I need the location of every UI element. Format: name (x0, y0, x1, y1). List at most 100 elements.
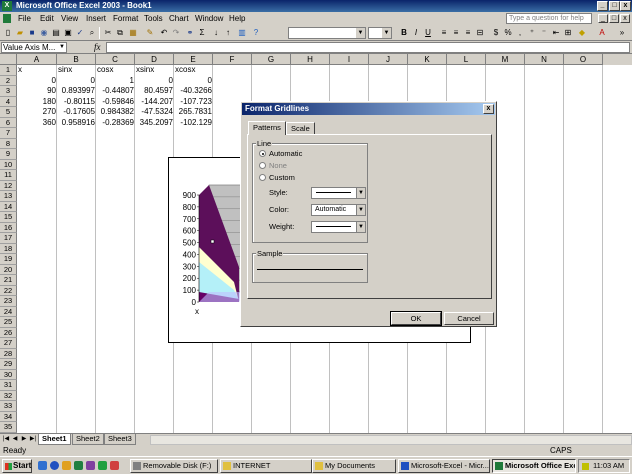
chevron-down-icon[interactable]: ▼ (356, 222, 365, 232)
cell-b6[interactable]: 0.958916 (57, 118, 96, 129)
column-header-f[interactable]: F (213, 54, 252, 65)
tab-patterns[interactable]: Patterns (248, 121, 286, 135)
redo-icon[interactable]: ↷ (170, 27, 182, 39)
permission-icon[interactable]: ◉ (38, 27, 50, 39)
taskbar-my-documents[interactable]: My Documents (312, 459, 396, 473)
style-select[interactable]: ▼ (311, 187, 366, 199)
menu-file[interactable]: File (16, 13, 33, 24)
italic-icon[interactable]: I (410, 27, 422, 39)
merge-center-icon[interactable]: ⊟ (474, 27, 486, 39)
prev-sheet-icon[interactable]: ◀ (11, 435, 19, 444)
currency-icon[interactable]: $ (490, 27, 502, 39)
row-header-28[interactable]: 28 (0, 348, 17, 359)
cell-c5[interactable]: 0.984382 (96, 107, 135, 118)
toolbar-options-icon[interactable]: » (616, 27, 628, 39)
cancel-button[interactable]: Cancel (444, 312, 494, 325)
column-header-l[interactable]: L (447, 54, 486, 65)
row-header-9[interactable]: 9 (0, 149, 17, 160)
row-header-14[interactable]: 14 (0, 201, 17, 212)
cell-e1[interactable]: xcosx (174, 65, 213, 76)
select-all-button[interactable] (0, 54, 17, 65)
row-header-33[interactable]: 33 (0, 401, 17, 412)
row-header-26[interactable]: 26 (0, 327, 17, 338)
maximize-button[interactable]: □ (609, 1, 620, 11)
chevron-down-icon[interactable]: ▼ (356, 188, 365, 198)
menu-window[interactable]: Window (193, 13, 225, 24)
undo-icon[interactable]: ↶ (158, 27, 170, 39)
column-header-d[interactable]: D (135, 54, 174, 65)
column-header-g[interactable]: G (252, 54, 291, 65)
quicklaunch-desktop-icon[interactable] (38, 461, 47, 470)
paste-icon[interactable]: ▦ (127, 27, 139, 39)
tab-scale[interactable]: Scale (286, 122, 315, 134)
help-icon[interactable]: ? (250, 27, 262, 39)
cell-a5[interactable]: 270 (17, 107, 57, 118)
insert-function-icon[interactable]: fx (94, 42, 101, 52)
font-name-combo[interactable]: ▼ (288, 27, 366, 39)
doc-restore-button[interactable]: □ (609, 14, 619, 23)
row-header-10[interactable]: 10 (0, 159, 17, 170)
fill-color-icon[interactable]: ◆ (576, 27, 588, 39)
row-header-1[interactable]: 1 (0, 65, 17, 76)
row-header-25[interactable]: 25 (0, 317, 17, 328)
row-header-20[interactable]: 20 (0, 264, 17, 275)
column-header-j[interactable]: J (369, 54, 408, 65)
borders-icon[interactable]: ⊞ (562, 27, 574, 39)
last-sheet-icon[interactable]: ▶| (29, 435, 37, 444)
row-header-17[interactable]: 17 (0, 233, 17, 244)
tray-volume-icon[interactable] (582, 463, 589, 470)
horizontal-scrollbar[interactable] (150, 435, 632, 445)
cell-c6[interactable]: -0.28369 (96, 118, 135, 129)
autosum-icon[interactable]: Σ (196, 27, 208, 39)
sort-descending-icon[interactable]: ↑ (222, 27, 234, 39)
cell-b1[interactable]: sinx (57, 65, 96, 76)
save-icon[interactable]: ■ (26, 27, 38, 39)
menu-view[interactable]: View (59, 13, 80, 24)
ok-button[interactable]: OK (390, 311, 442, 326)
excel-app-icon[interactable]: X (2, 1, 12, 11)
quicklaunch-outlook-icon[interactable] (62, 461, 71, 470)
font-color-icon[interactable]: A (596, 27, 608, 39)
menu-help[interactable]: Help (227, 13, 247, 24)
cell-d2[interactable]: 0 (135, 76, 174, 87)
cell-e2[interactable]: 0 (174, 76, 213, 87)
cell-b4[interactable]: -0.80115 (57, 97, 96, 108)
close-button[interactable]: x (620, 1, 631, 11)
comma-icon[interactable]: , (514, 27, 526, 39)
row-header-29[interactable]: 29 (0, 359, 17, 370)
row-header-6[interactable]: 6 (0, 117, 17, 128)
chevron-down-icon[interactable]: ▼ (382, 28, 391, 38)
cell-b5[interactable]: -0.17605 (57, 107, 96, 118)
row-header-12[interactable]: 12 (0, 180, 17, 191)
first-sheet-icon[interactable]: |◀ (2, 435, 10, 444)
row-header-7[interactable]: 7 (0, 128, 17, 139)
menu-insert[interactable]: Insert (84, 13, 108, 24)
row-header-2[interactable]: 2 (0, 75, 17, 86)
cell-d6[interactable]: 345.2097 (135, 118, 174, 129)
sort-ascending-icon[interactable]: ↓ (210, 27, 222, 39)
align-center-icon[interactable]: ≡ (450, 27, 462, 39)
row-header-18[interactable]: 18 (0, 243, 17, 254)
column-header-m[interactable]: M (486, 54, 525, 65)
print-icon[interactable]: ▤ (50, 27, 62, 39)
row-header-8[interactable]: 8 (0, 138, 17, 149)
name-box[interactable]: Value Axis M... ▼ (1, 42, 67, 53)
chart-wizard-icon[interactable]: ▥ (236, 27, 248, 39)
menu-edit[interactable]: Edit (38, 13, 56, 24)
menu-format[interactable]: Format (111, 13, 140, 24)
cut-icon[interactable]: ✂ (102, 27, 114, 39)
dialog-close-button[interactable]: x (483, 104, 494, 114)
row-header-5[interactable]: 5 (0, 107, 17, 118)
doc-minimize-button[interactable]: _ (598, 14, 608, 23)
research-icon[interactable]: ⌕ (86, 27, 98, 39)
cell-a1[interactable]: x (17, 65, 57, 76)
row-header-21[interactable]: 21 (0, 275, 17, 286)
cell-a2[interactable]: 0 (17, 76, 57, 87)
row-header-24[interactable]: 24 (0, 306, 17, 317)
quicklaunch-app-icon[interactable] (86, 461, 95, 470)
column-header-e[interactable]: E (174, 54, 213, 65)
column-header-i[interactable]: I (330, 54, 369, 65)
sheet-tab-2[interactable]: Sheet2 (72, 434, 104, 445)
row-header-15[interactable]: 15 (0, 212, 17, 223)
row-header-34[interactable]: 34 (0, 411, 17, 422)
